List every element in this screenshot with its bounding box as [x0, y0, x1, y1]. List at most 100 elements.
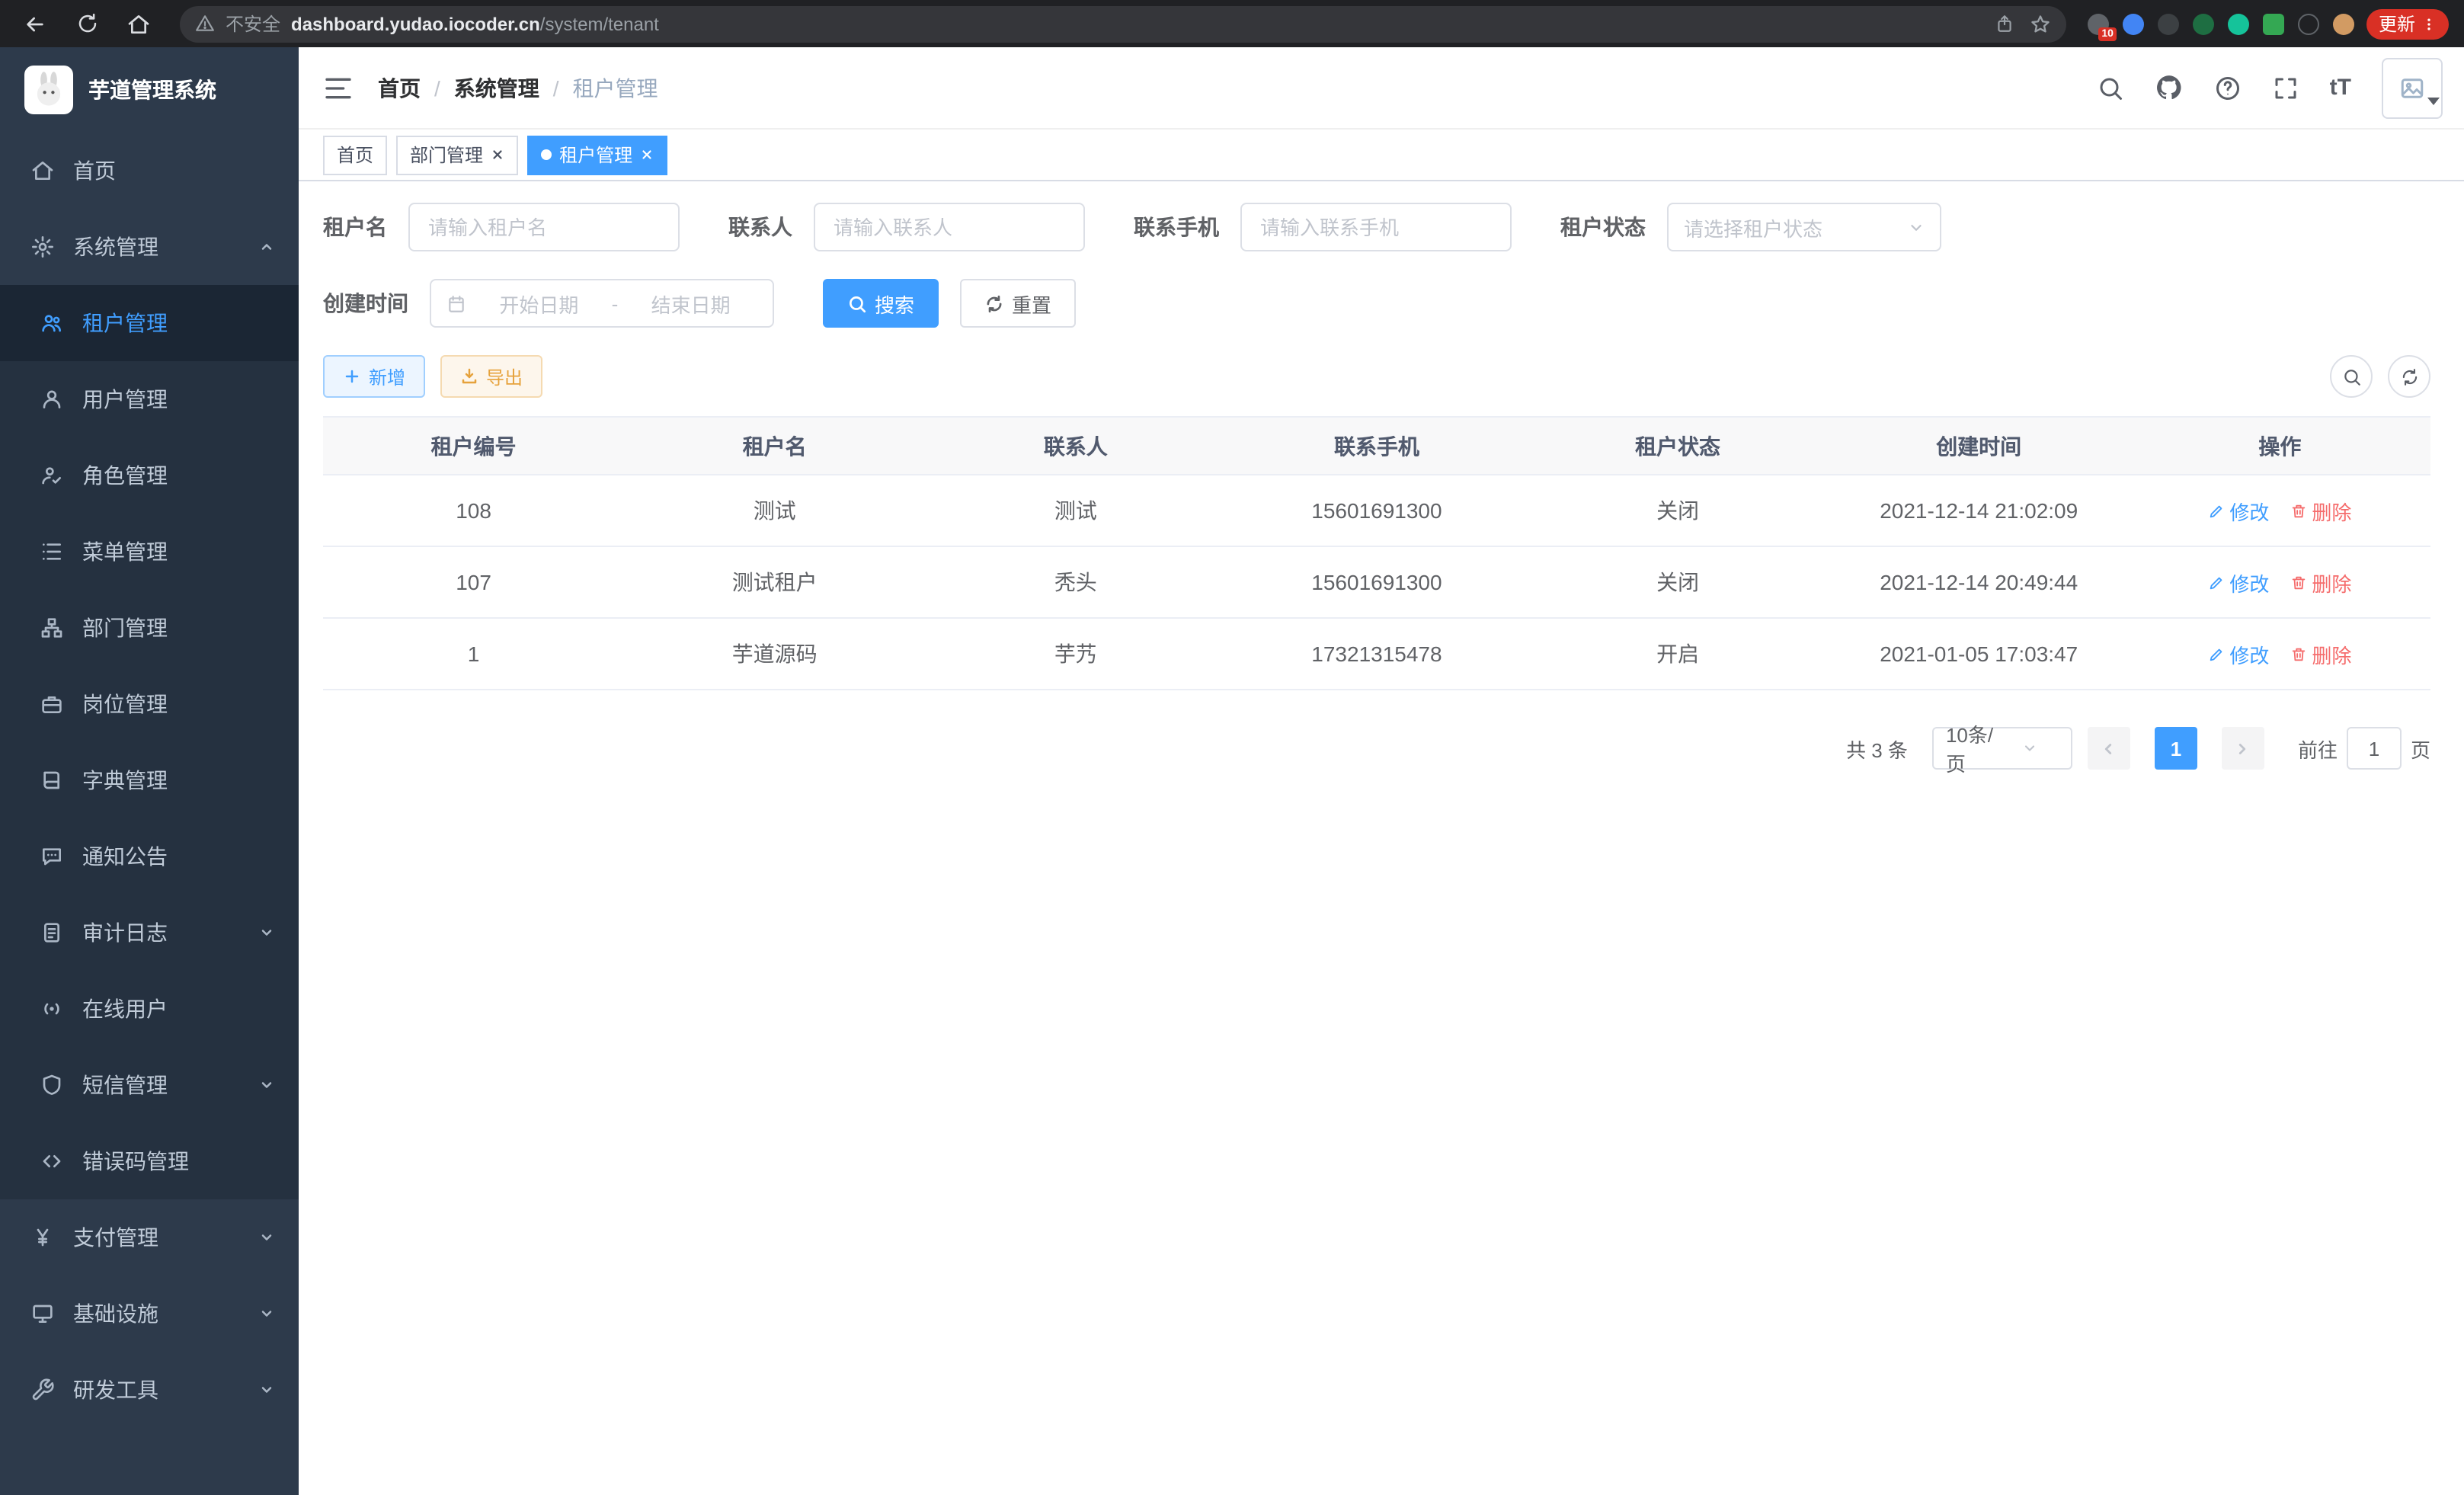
- sidebar-item-notice[interactable]: 通知公告: [0, 818, 299, 895]
- goto-label: 前往: [2298, 734, 2338, 763]
- export-button-label: 导出: [486, 363, 523, 389]
- reload-button[interactable]: [67, 4, 107, 43]
- delete-button[interactable]: 删除: [2290, 568, 2351, 597]
- search-icon[interactable]: [2097, 74, 2124, 101]
- help-icon[interactable]: [2214, 74, 2242, 101]
- cell-status: 关闭: [1528, 475, 1829, 546]
- home-button[interactable]: [119, 4, 158, 43]
- breadcrumb-item-current: 租户管理: [573, 72, 658, 103]
- sidebar-item-user[interactable]: 用户管理: [0, 361, 299, 437]
- chevron-down-icon: [259, 1077, 274, 1093]
- create-time-label: 创建时间: [323, 288, 408, 319]
- edit-button[interactable]: 修改: [2208, 639, 2269, 668]
- sidebar-item-post[interactable]: 岗位管理: [0, 666, 299, 742]
- close-icon[interactable]: [640, 148, 654, 162]
- sidebar-item-label: 在线用户: [82, 994, 168, 1024]
- sidebar-item-audit-log[interactable]: 审计日志: [0, 895, 299, 971]
- sidebar-item-tenant[interactable]: 租户管理: [0, 285, 299, 361]
- refresh-table-button[interactable]: [2388, 355, 2430, 398]
- sidebar-item-dict[interactable]: 字典管理: [0, 742, 299, 818]
- sidebar-item-label: 租户管理: [82, 308, 168, 338]
- delete-button[interactable]: 删除: [2290, 639, 2351, 668]
- sidebar-item-pay[interactable]: 支付管理: [0, 1199, 299, 1276]
- breadcrumb-separator: /: [553, 75, 559, 100]
- chevron-down-icon: [259, 1306, 274, 1321]
- contact-input[interactable]: [814, 203, 1085, 251]
- tab-dept[interactable]: 部门管理: [396, 135, 518, 174]
- sidebar-item-label: 部门管理: [82, 613, 168, 643]
- search-toggle-button[interactable]: [2330, 355, 2373, 398]
- extension-icon[interactable]: [2123, 13, 2144, 34]
- extension-icon[interactable]: [2263, 13, 2284, 34]
- sidebar-item-online-user[interactable]: 在线用户: [0, 971, 299, 1047]
- avatar[interactable]: [2382, 57, 2440, 118]
- fullscreen-icon[interactable]: [2272, 74, 2299, 101]
- sidebar-item-infra[interactable]: 基础设施: [0, 1276, 299, 1352]
- edit-button[interactable]: 修改: [2208, 568, 2269, 597]
- sidebar-item-label: 用户管理: [82, 384, 168, 415]
- prev-page-button[interactable]: [2088, 727, 2130, 770]
- reset-button[interactable]: 重置: [960, 279, 1076, 328]
- bookmark-star-icon[interactable]: [2030, 13, 2051, 34]
- extension-icon[interactable]: [2298, 13, 2319, 34]
- sidebar-item-devtool[interactable]: 研发工具: [0, 1352, 299, 1428]
- logo-row[interactable]: 芋道管理系统: [0, 47, 299, 133]
- extension-icon[interactable]: [2158, 13, 2179, 34]
- extension-icon[interactable]: [2193, 13, 2214, 34]
- tenant-name-input[interactable]: [408, 203, 680, 251]
- sidebar-item-label: 短信管理: [82, 1070, 168, 1100]
- tab-tenant[interactable]: 租户管理: [527, 135, 667, 174]
- breadcrumb-item-system[interactable]: 系统管理: [454, 72, 539, 103]
- cell-status: 关闭: [1528, 546, 1829, 618]
- sidebar-item-home[interactable]: 首页: [0, 133, 299, 209]
- sidebar-item-role[interactable]: 角色管理: [0, 437, 299, 514]
- tab-home[interactable]: 首页: [323, 135, 387, 174]
- update-button[interactable]: 更新: [2366, 8, 2449, 39]
- chevron-down-icon: [259, 925, 274, 940]
- edit-button[interactable]: 修改: [2208, 496, 2269, 525]
- add-button[interactable]: 新增: [323, 355, 425, 398]
- status-select[interactable]: 请选择租户状态: [1667, 203, 1941, 251]
- tenant-page: 租户名 联系人 联系手机 租户状态 请选择租户状态: [299, 181, 2464, 1495]
- update-label: 更新: [2379, 11, 2415, 37]
- page-size-select[interactable]: 10条/页: [1932, 727, 2072, 770]
- sidebar-item-error-code[interactable]: 错误码管理: [0, 1123, 299, 1199]
- org-tree-icon: [40, 616, 64, 640]
- contact-label: 联系人: [728, 212, 792, 242]
- phone-input[interactable]: [1240, 203, 1512, 251]
- next-page-button[interactable]: [2222, 727, 2264, 770]
- export-button[interactable]: 导出: [440, 355, 542, 398]
- extension-icon[interactable]: 10: [2088, 13, 2109, 34]
- font-size-icon[interactable]: tT: [2330, 75, 2351, 101]
- page-number-1[interactable]: 1: [2155, 727, 2197, 770]
- url-text[interactable]: dashboard.yudao.iocoder.cn/system/tenant: [291, 13, 1984, 34]
- sidebar-toggle[interactable]: [323, 72, 354, 103]
- address-bar[interactable]: 不安全 dashboard.yudao.iocoder.cn/system/te…: [180, 5, 2066, 42]
- close-icon[interactable]: [491, 148, 504, 162]
- sidebar-item-sms[interactable]: 短信管理: [0, 1047, 299, 1123]
- security-label[interactable]: 不安全: [226, 11, 280, 37]
- breadcrumb-item-home[interactable]: 首页: [378, 72, 421, 103]
- delete-label: 删除: [2312, 568, 2351, 597]
- profile-avatar-icon[interactable]: [2333, 13, 2354, 34]
- search-button[interactable]: 搜索: [823, 279, 939, 328]
- sidebar-item-label: 审计日志: [82, 917, 168, 948]
- sidebar-item-menu[interactable]: 菜单管理: [0, 514, 299, 590]
- cell-tenant-id: 108: [323, 475, 624, 546]
- code-icon: [40, 1149, 64, 1173]
- goto-page-input[interactable]: [2347, 727, 2402, 770]
- search-icon: [847, 293, 867, 313]
- chevron-down-icon: [2002, 741, 2059, 756]
- breadcrumb: 首页 / 系统管理 / 租户管理: [378, 72, 658, 103]
- back-button[interactable]: [15, 4, 55, 43]
- date-range-picker[interactable]: 开始日期 - 结束日期: [430, 279, 774, 328]
- extension-icon[interactable]: [2228, 13, 2249, 34]
- github-icon[interactable]: [2155, 73, 2184, 102]
- col-contact: 联系人: [925, 417, 1226, 475]
- sidebar-item-dept[interactable]: 部门管理: [0, 590, 299, 666]
- delete-button[interactable]: 删除: [2290, 496, 2351, 525]
- sidebar-item-system[interactable]: 系统管理: [0, 209, 299, 285]
- share-icon[interactable]: [1995, 14, 2014, 34]
- trash-icon: [2290, 645, 2307, 662]
- chevron-left-icon: [2101, 740, 2117, 757]
